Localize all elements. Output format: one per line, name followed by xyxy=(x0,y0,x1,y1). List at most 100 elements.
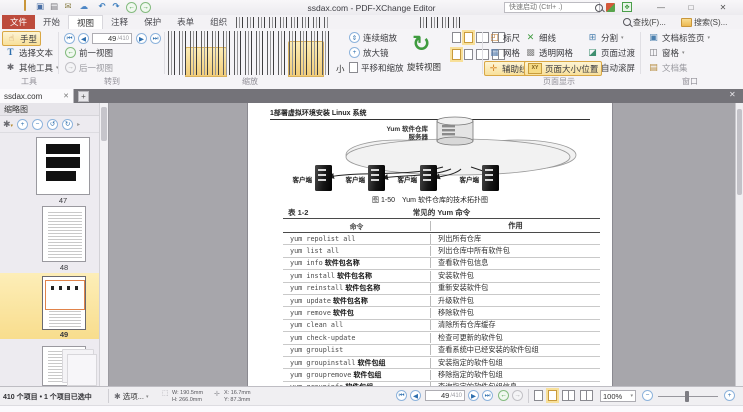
rotate-ccw-icon[interactable]: ↺ xyxy=(47,119,58,130)
chevron-down-icon: ▾ xyxy=(621,35,624,41)
zoom-out-fragment: 小 xyxy=(336,63,345,75)
status-page-field[interactable]: 49 /410 xyxy=(425,390,465,401)
options-button[interactable]: ✱ 选项... ▾ xyxy=(114,391,148,402)
fit-screen-icon[interactable]: ✥ xyxy=(622,2,632,12)
document-collection-button[interactable]: ▤ 文档集 xyxy=(645,61,691,74)
previous-view-button[interactable]: ← 前一视图 xyxy=(62,46,116,59)
document-tab[interactable]: ssdax.com ✕ xyxy=(0,89,74,103)
artifact-barcode xyxy=(420,17,464,28)
zoom-out-button[interactable]: − xyxy=(642,390,653,401)
first-page-button[interactable]: ⏮ xyxy=(64,33,75,44)
tab-file[interactable]: 文件 xyxy=(2,15,35,29)
xy-icon: XY xyxy=(528,63,542,74)
apps-grid-icon[interactable] xyxy=(606,3,615,12)
zoom-in-thumbs-icon[interactable]: + xyxy=(17,119,28,130)
tab-view[interactable]: 视图 xyxy=(68,15,103,29)
thumbnails-scrollbar[interactable] xyxy=(99,103,108,386)
panel-overflow-icon[interactable]: ▸ xyxy=(77,121,80,128)
thumbnail-page-49[interactable] xyxy=(42,276,86,330)
last-page-button[interactable]: ⏭ xyxy=(482,390,493,401)
panes-button[interactable]: ◫ 窗格 ▾ xyxy=(645,46,688,59)
page-transition-button[interactable]: ◪ 页面过渡 xyxy=(584,46,638,59)
next-view-button[interactable]: → xyxy=(512,390,523,401)
thumb-text-lines xyxy=(49,311,81,327)
new-tab-button[interactable]: + xyxy=(78,91,89,102)
tab-home[interactable]: 开始 xyxy=(35,15,68,29)
table-row: yum clean all清除所有仓库缓存 xyxy=(283,320,600,332)
maximize-button[interactable]: □ xyxy=(678,1,704,14)
tab-comment[interactable]: 注释 xyxy=(103,15,136,29)
magnifier-button[interactable]: + 放大镜 xyxy=(346,46,392,59)
tab-organize[interactable]: 组织 xyxy=(202,15,235,29)
continuous-view-button[interactable] xyxy=(548,390,557,401)
thumbnail-page-48[interactable] xyxy=(42,206,86,262)
stacked-pages-watermark xyxy=(62,349,94,383)
page-number-field[interactable]: 49 /410 xyxy=(92,33,132,44)
transparent-grid-button[interactable]: ▩ 透明网格 xyxy=(522,46,576,59)
server-label-line2: 服务器 xyxy=(348,131,428,141)
client-tower-icon xyxy=(368,165,385,191)
quick-launch-box[interactable] xyxy=(504,2,600,13)
chevron-down-icon: ▾ xyxy=(630,393,633,399)
auto-scroll-button[interactable]: ↕ 自动滚屏 xyxy=(584,61,638,74)
next-page-button[interactable]: ▶ xyxy=(468,390,479,401)
tab-form[interactable]: 表单 xyxy=(169,15,202,29)
close-button[interactable]: ✕ xyxy=(710,1,736,14)
bottom-strip xyxy=(0,405,743,412)
panes-icon: ◫ xyxy=(648,47,659,58)
ribbon-tab-row: 文件 开始 视图 注释 保护 表单 组织 查找(F)... 搜索(S)... xyxy=(0,15,743,29)
briefcase-icon: ▤ xyxy=(648,62,659,73)
document-tabs-button[interactable]: ▣ 文档标签页 ▾ xyxy=(645,31,713,44)
grid-button[interactable]: ▦ 网格 xyxy=(486,46,523,59)
minimize-button[interactable]: — xyxy=(648,1,674,14)
two-page-continuous-button[interactable] xyxy=(580,390,593,401)
viewport-rectangle[interactable] xyxy=(45,280,85,310)
first-page-button[interactable]: ⏮ xyxy=(396,390,407,401)
find-button[interactable]: 查找(F)... xyxy=(620,16,669,28)
close-tab-icon[interactable]: ✕ xyxy=(63,92,69,100)
table-row: yum groupinstall软件包组安装指定的软件包组 xyxy=(283,357,600,369)
prev-page-button[interactable]: ◀ xyxy=(78,33,89,44)
single-page-view-button[interactable] xyxy=(534,390,543,401)
next-page-button[interactable]: ▶ xyxy=(136,33,147,44)
thin-lines-button[interactable]: ✕ 细线 xyxy=(522,31,559,44)
other-tools-button[interactable]: ✱ 其他工具 ▾ xyxy=(2,61,62,74)
zoom-out-thumbs-icon[interactable]: − xyxy=(32,119,43,130)
select-text-icon: T xyxy=(5,47,16,58)
rotate-view-button[interactable]: 旋转视图 xyxy=(400,61,448,73)
ruler-button[interactable]: ◰ 标尺 xyxy=(486,31,523,44)
rotate-cw-icon[interactable]: ↻ xyxy=(62,119,73,130)
redacted-block xyxy=(46,157,80,168)
table-row: yum remove软件包移除软件包 xyxy=(283,307,600,319)
split-button[interactable]: ⊞ 分割 ▾ xyxy=(584,31,627,44)
thumbnail-page-47[interactable] xyxy=(36,137,90,195)
previous-view-icon: ← xyxy=(65,47,76,58)
client-label: 客户端 xyxy=(288,174,312,184)
cursor-y-readout: Y: 87.3mm xyxy=(224,397,250,404)
prev-page-button[interactable]: ◀ xyxy=(410,390,421,401)
hand-tool-button[interactable]: ☝ 手型 xyxy=(2,31,41,46)
document-scrollbar[interactable] xyxy=(735,103,743,386)
continuous-zoom-button[interactable]: ⇕ 连续缩放 xyxy=(346,31,400,44)
zoom-level-select[interactable]: 100% ▾ xyxy=(600,390,636,402)
panel-gear-icon[interactable]: ✱▾ xyxy=(3,119,13,130)
thumbnails-count: 410 个项目 • 1 个项目已选中 xyxy=(3,392,106,402)
page-transition-icon: ◪ xyxy=(587,47,598,58)
thumb-text-lines xyxy=(48,212,82,258)
select-text-button[interactable]: T 选择文本 xyxy=(2,46,56,59)
document-view[interactable]: 1部署虚拟环境安装 Linux 系统 Yum 软件仓库 服务器 xyxy=(109,103,735,386)
quick-launch-input[interactable] xyxy=(507,3,595,12)
two-page-view-button[interactable] xyxy=(562,390,575,401)
rotate-view-icon[interactable]: ↻ xyxy=(412,31,430,57)
tab-protect[interactable]: 保护 xyxy=(136,15,169,29)
last-page-button[interactable]: ⏭ xyxy=(150,33,161,44)
previous-view-button[interactable]: ← xyxy=(498,390,509,401)
zoom-slider-thumb[interactable] xyxy=(685,391,689,402)
client-label: 客户端 xyxy=(393,174,417,184)
close-tabbar-icon[interactable]: ✕ xyxy=(729,90,736,99)
search-button[interactable]: 搜索(S)... xyxy=(678,16,730,28)
zoom-in-button[interactable]: + xyxy=(724,390,735,401)
table-row: yum info软件包名称查看软件包信息 xyxy=(283,258,600,270)
pan-and-zoom-button[interactable]: 平移和缩放 xyxy=(346,61,407,74)
next-view-button[interactable]: → 后一视图 xyxy=(62,61,116,74)
